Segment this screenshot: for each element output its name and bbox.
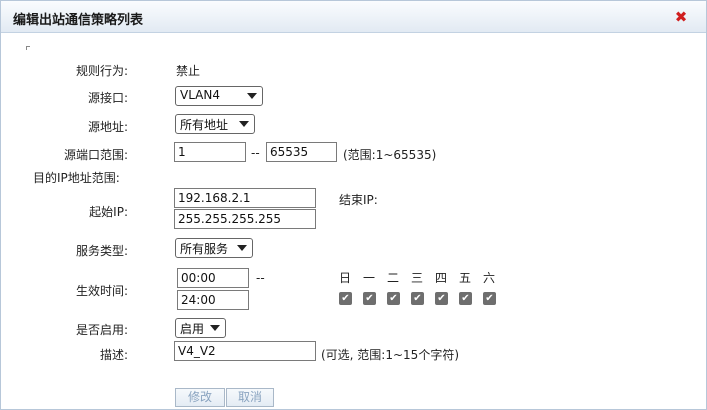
start-ip-mask-input[interactable]: [174, 209, 316, 229]
src-address-value: 所有地址: [180, 118, 229, 132]
src-interface-label: 源接口:: [87, 91, 128, 105]
weekday-checkbox[interactable]: ✔: [339, 292, 352, 305]
description-input[interactable]: [174, 341, 316, 361]
resize-mark-icon: [26, 46, 30, 50]
description-label: 描述:: [99, 348, 128, 362]
weekday-label: 二: [386, 271, 399, 285]
enabled-value: 启用: [180, 322, 205, 336]
weekday-label: 五: [458, 271, 471, 285]
weekday-checkbox[interactable]: ✔: [363, 292, 376, 305]
chevron-down-icon: [247, 93, 257, 99]
src-port-range-label: 源端口范围:: [63, 148, 128, 162]
src-port-start-input[interactable]: [174, 142, 246, 162]
dest-ip-range-label: 目的IP地址范围:: [33, 171, 120, 185]
chevron-down-icon: [237, 245, 247, 251]
time-start-input[interactable]: [177, 268, 249, 288]
src-address-select[interactable]: 所有地址: [175, 114, 255, 134]
service-type-select[interactable]: 所有服务: [175, 238, 253, 258]
rule-action-label: 规则行为:: [75, 64, 128, 78]
src-port-end-input[interactable]: [266, 142, 337, 162]
weekday-checkbox[interactable]: ✔: [483, 292, 496, 305]
weekday-checkbox[interactable]: ✔: [459, 292, 472, 305]
weekday-label: 四: [434, 271, 447, 285]
effective-time-label: 生效时间:: [75, 284, 128, 298]
service-type-label: 服务类型:: [75, 244, 128, 258]
dialog-title: 编辑出站通信策略列表: [13, 13, 144, 28]
weekday-label: 日: [338, 271, 351, 285]
weekday-checkbox[interactable]: ✔: [387, 292, 400, 305]
enabled-select[interactable]: 启用: [175, 318, 226, 338]
src-interface-value: VLAN4: [180, 88, 220, 102]
src-interface-select[interactable]: VLAN4: [175, 86, 263, 106]
weekday-checkbox[interactable]: ✔: [435, 292, 448, 305]
weekday-label: 六: [482, 271, 495, 285]
chevron-down-icon: [210, 325, 220, 331]
start-ip-input[interactable]: [174, 188, 316, 208]
weekday-label: 一: [362, 271, 375, 285]
time-separator: --: [256, 271, 265, 285]
weekday-checkbox[interactable]: ✔: [411, 292, 424, 305]
enabled-label: 是否启用:: [75, 323, 128, 337]
dialog-titlebar: 编辑出站通信策略列表 ✖: [1, 1, 706, 33]
weekday-label: 三: [410, 271, 423, 285]
src-port-separator: --: [251, 146, 260, 160]
service-type-value: 所有服务: [180, 242, 229, 256]
cancel-button[interactable]: 取消: [226, 388, 274, 407]
end-ip-label: 结束IP:: [339, 193, 378, 207]
description-hint: (可选, 范围:1~15个字符): [321, 348, 459, 362]
modify-button[interactable]: 修改: [175, 388, 225, 407]
rule-action-value: 禁止: [176, 64, 201, 78]
src-address-label: 源地址:: [87, 120, 128, 134]
src-port-range-hint: (范围:1~65535): [343, 148, 437, 162]
start-ip-label: 起始IP:: [89, 205, 128, 219]
close-icon[interactable]: ✖: [672, 8, 690, 26]
chevron-down-icon: [239, 121, 249, 127]
edit-outbound-policy-dialog: 编辑出站通信策略列表 ✖ 规则行为: 禁止 源接口: VLAN4 源地址: 所有…: [0, 0, 707, 410]
time-end-input[interactable]: [177, 290, 249, 310]
